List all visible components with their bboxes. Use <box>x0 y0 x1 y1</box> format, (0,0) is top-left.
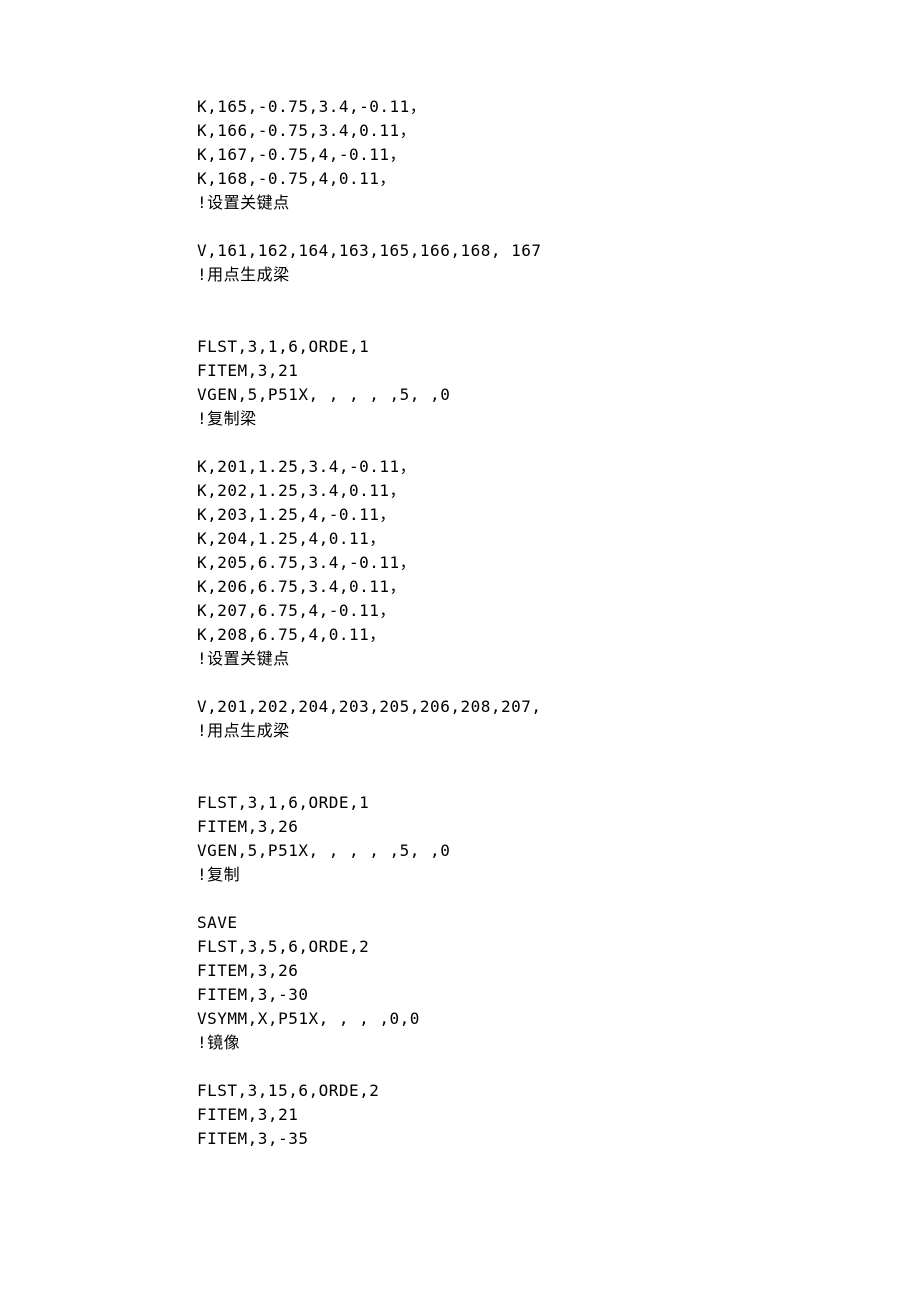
code-line <box>197 431 920 455</box>
code-line: K,201,1.25,3.4,-0.11， <box>197 455 920 479</box>
code-line: K,207,6.75,4,-0.11， <box>197 599 920 623</box>
code-line: !用点生成梁 <box>197 719 920 743</box>
code-line: K,167,-0.75,4,-0.11， <box>197 143 920 167</box>
code-line: !设置关键点 <box>197 647 920 671</box>
code-line: K,204,1.25,4,0.11， <box>197 527 920 551</box>
code-line: K,203,1.25,4,-0.11， <box>197 503 920 527</box>
code-line: VGEN,5,P51X, , , , ,5, ,0 <box>197 383 920 407</box>
code-line: K,208,6.75,4,0.11， <box>197 623 920 647</box>
code-line <box>197 215 920 239</box>
code-line: FITEM,3,21 <box>197 1103 920 1127</box>
code-line: VSYMM,X,P51X, , , ,0,0 <box>197 1007 920 1031</box>
code-line: V,201,202,204,203,205,206,208,207, <box>197 695 920 719</box>
code-line: FITEM,3,26 <box>197 815 920 839</box>
code-line: K,166,-0.75,3.4,0.11， <box>197 119 920 143</box>
code-line: !镜像 <box>197 1031 920 1055</box>
code-line: VGEN,5,P51X, , , , ,5, ,0 <box>197 839 920 863</box>
code-line: SAVE <box>197 911 920 935</box>
code-line: !设置关键点 <box>197 191 920 215</box>
code-line <box>197 311 920 335</box>
code-line: K,168,-0.75,4,0.11， <box>197 167 920 191</box>
code-line <box>197 887 920 911</box>
code-line: FITEM,3,-35 <box>197 1127 920 1151</box>
code-line <box>197 287 920 311</box>
code-line: FLST,3,1,6,ORDE,1 <box>197 791 920 815</box>
code-line: FITEM,3,26 <box>197 959 920 983</box>
code-line: FITEM,3,21 <box>197 359 920 383</box>
code-line: FLST,3,15,6,ORDE,2 <box>197 1079 920 1103</box>
code-line: FLST,3,1,6,ORDE,1 <box>197 335 920 359</box>
code-line: V,161,162,164,163,165,166,168, 167 <box>197 239 920 263</box>
code-line: K,165,-0.75,3.4,-0.11， <box>197 95 920 119</box>
code-line: !复制 <box>197 863 920 887</box>
code-line <box>197 767 920 791</box>
document-page: K,165,-0.75,3.4,-0.11， K,166,-0.75,3.4,0… <box>0 0 920 1302</box>
code-line: !用点生成梁 <box>197 263 920 287</box>
code-line: FLST,3,5,6,ORDE,2 <box>197 935 920 959</box>
code-line: K,202,1.25,3.4,0.11， <box>197 479 920 503</box>
code-line <box>197 743 920 767</box>
code-line: FITEM,3,-30 <box>197 983 920 1007</box>
code-line: !复制梁 <box>197 407 920 431</box>
code-line <box>197 671 920 695</box>
code-line <box>197 1055 920 1079</box>
code-line: K,205,6.75,3.4,-0.11， <box>197 551 920 575</box>
code-line: K,206,6.75,3.4,0.11， <box>197 575 920 599</box>
